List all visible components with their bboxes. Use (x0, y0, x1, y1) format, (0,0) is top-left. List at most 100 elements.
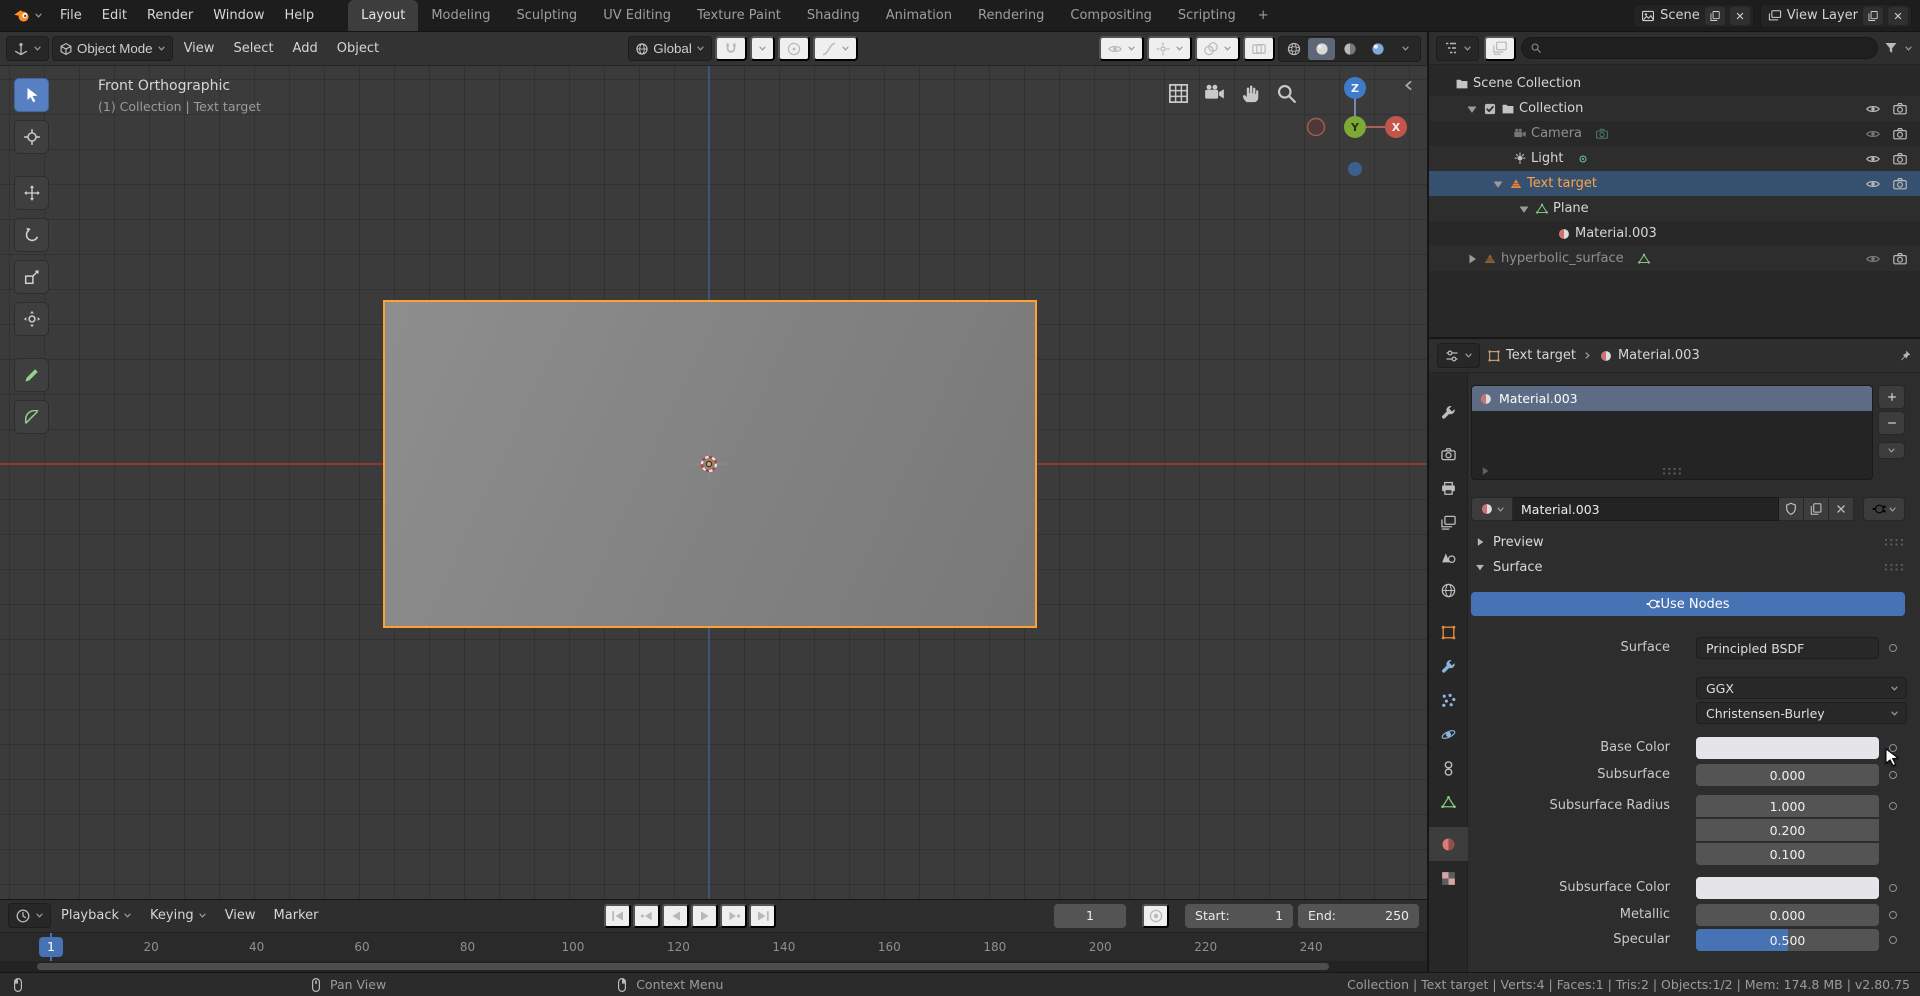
disclosure-right-icon[interactable] (1465, 252, 1479, 266)
search-input[interactable] (1547, 41, 1869, 56)
end-frame-field[interactable]: End: 250 (1298, 904, 1419, 928)
move-tool[interactable] (14, 176, 49, 210)
decorator-dot[interactable] (1879, 795, 1907, 817)
workspace-tab-rendering[interactable]: Rendering (965, 0, 1057, 31)
outliner-row-hyperbolic-surface[interactable]: hyperbolic_surface (1429, 246, 1920, 271)
menu-object[interactable]: Object (329, 41, 387, 56)
menu-select[interactable]: Select (225, 41, 281, 56)
box-select-tool[interactable] (14, 78, 49, 112)
outliner-row-collection[interactable]: Collection (1429, 96, 1920, 121)
breadcrumb-material[interactable]: Material.003 (1599, 348, 1700, 363)
tab-object-data[interactable] (1429, 785, 1468, 819)
proportional-falloff-dropdown[interactable] (813, 36, 858, 61)
subsurface-radius-r[interactable]: 1.000 (1696, 795, 1879, 817)
playhead-frame-badge[interactable]: 1 (39, 937, 63, 957)
tab-physics[interactable] (1429, 717, 1468, 751)
tab-scene[interactable] (1429, 539, 1468, 573)
tab-constraints[interactable] (1429, 751, 1468, 785)
outliner-row-plane[interactable]: Plane (1429, 196, 1920, 221)
shading-wireframe-button[interactable] (1280, 38, 1307, 60)
eye-icon[interactable] (1865, 101, 1881, 117)
start-frame-field[interactable]: Start: 1 (1185, 904, 1293, 928)
workspace-tab-uv-editing[interactable]: UV Editing (590, 0, 684, 31)
transform-tool[interactable] (14, 302, 49, 336)
menu-render[interactable]: Render (137, 0, 203, 31)
outliner-search[interactable] (1521, 37, 1878, 59)
workspace-tab-texture-paint[interactable]: Texture Paint (684, 0, 794, 31)
play-button[interactable] (691, 904, 718, 928)
outliner-editor-type-button[interactable] (1436, 36, 1479, 61)
show-gizmo-toggle[interactable] (1147, 36, 1192, 61)
disclosure-down-icon[interactable] (1465, 102, 1479, 116)
outliner-row-scene-collection[interactable]: Scene Collection (1429, 71, 1920, 96)
pan-hand-icon[interactable] (1239, 82, 1262, 105)
workspace-tab-layout[interactable]: Layout (348, 0, 418, 31)
subsurface-radius-b[interactable]: 0.100 (1696, 843, 1879, 865)
slot-specials-button[interactable] (1878, 442, 1905, 459)
menu-view[interactable]: View (176, 41, 223, 56)
workspace-tab-sculpting[interactable]: Sculpting (503, 0, 590, 31)
tab-tool[interactable] (1429, 395, 1468, 429)
panel-drag-grip[interactable] (1883, 562, 1905, 572)
pin-icon[interactable] (1898, 349, 1912, 363)
distribution-dropdown[interactable]: GGX (1696, 677, 1907, 699)
blender-menu-button[interactable] (6, 0, 50, 31)
metallic-field[interactable]: 0.000 (1696, 904, 1879, 926)
unlink-material-button[interactable] (1829, 497, 1854, 521)
transform-orientation-selector[interactable]: Global (628, 36, 712, 61)
specular-slider[interactable]: 0.500 (1696, 929, 1879, 951)
show-overlays-toggle[interactable] (1195, 36, 1240, 61)
outliner-display-mode-button[interactable] (1484, 36, 1516, 61)
timeline-ruler[interactable]: 20 40 60 80 100 120 140 160 180 200 220 … (0, 932, 1427, 962)
menu-playback[interactable]: Playback (53, 908, 140, 923)
measure-tool[interactable] (14, 400, 49, 434)
eye-icon[interactable] (1865, 176, 1881, 192)
add-workspace-button[interactable]: + (1249, 0, 1278, 31)
panel-drag-grip[interactable] (1883, 537, 1905, 547)
menu-add[interactable]: Add (285, 41, 326, 56)
menu-marker[interactable]: Marker (266, 908, 327, 923)
proportional-editing-toggle[interactable] (778, 36, 810, 61)
subsurface-radius-g[interactable]: 0.200 (1696, 819, 1879, 841)
subsurface-method-dropdown[interactable]: Christensen-Burley (1696, 702, 1907, 724)
surface-panel-header[interactable]: Surface (1474, 556, 1905, 578)
camera-view-icon[interactable] (1203, 82, 1226, 105)
decorator-dot[interactable] (1879, 637, 1907, 659)
auto-keying-button[interactable] (1142, 904, 1169, 928)
outliner-row-light[interactable]: Light (1429, 146, 1920, 171)
scene-selector[interactable]: Scene (1633, 4, 1754, 28)
decorator-dot[interactable] (1879, 904, 1907, 926)
add-slot-button[interactable] (1878, 385, 1905, 409)
new-scene-button[interactable] (1705, 7, 1725, 25)
workspace-tab-shading[interactable]: Shading (794, 0, 873, 31)
material-slot[interactable]: Material.003 (1472, 386, 1872, 411)
timeline-scrollbar[interactable] (37, 963, 1329, 970)
scale-tool[interactable] (14, 260, 49, 294)
object-visibility-dropdown[interactable] (1099, 36, 1144, 61)
disclosure-down-icon[interactable] (1491, 177, 1505, 191)
current-frame-field[interactable]: 1 (1054, 904, 1126, 928)
toggle-perspective-grid-icon[interactable] (1167, 82, 1190, 105)
outliner-row-text-target[interactable]: Text target (1429, 171, 1920, 196)
tab-world[interactable] (1429, 573, 1468, 607)
browse-material-button[interactable] (1471, 497, 1513, 521)
tab-material[interactable] (1429, 827, 1468, 861)
menu-window[interactable]: Window (203, 0, 274, 31)
chevron-down-icon[interactable] (1904, 44, 1913, 53)
new-view-layer-button[interactable] (1863, 7, 1883, 25)
tab-particles[interactable] (1429, 683, 1468, 717)
prev-keyframe-button[interactable] (633, 904, 660, 928)
filter-funnel-icon[interactable] (1883, 40, 1899, 56)
camera-restrict-icon[interactable] (1892, 126, 1908, 142)
tab-object[interactable] (1429, 615, 1468, 649)
preview-panel-header[interactable]: Preview (1474, 531, 1905, 553)
decorator-dot[interactable] (1879, 764, 1907, 786)
jump-to-end-button[interactable] (749, 904, 776, 928)
subsurface-field[interactable]: 0.000 (1696, 764, 1879, 786)
shading-solid-button[interactable] (1308, 38, 1335, 60)
surface-shader-field[interactable]: Principled BSDF (1696, 637, 1879, 659)
outliner-row-camera[interactable]: Camera (1429, 121, 1920, 146)
camera-restrict-icon[interactable] (1892, 101, 1908, 117)
menu-timeline-view[interactable]: View (217, 908, 264, 923)
menu-help[interactable]: Help (275, 0, 325, 31)
